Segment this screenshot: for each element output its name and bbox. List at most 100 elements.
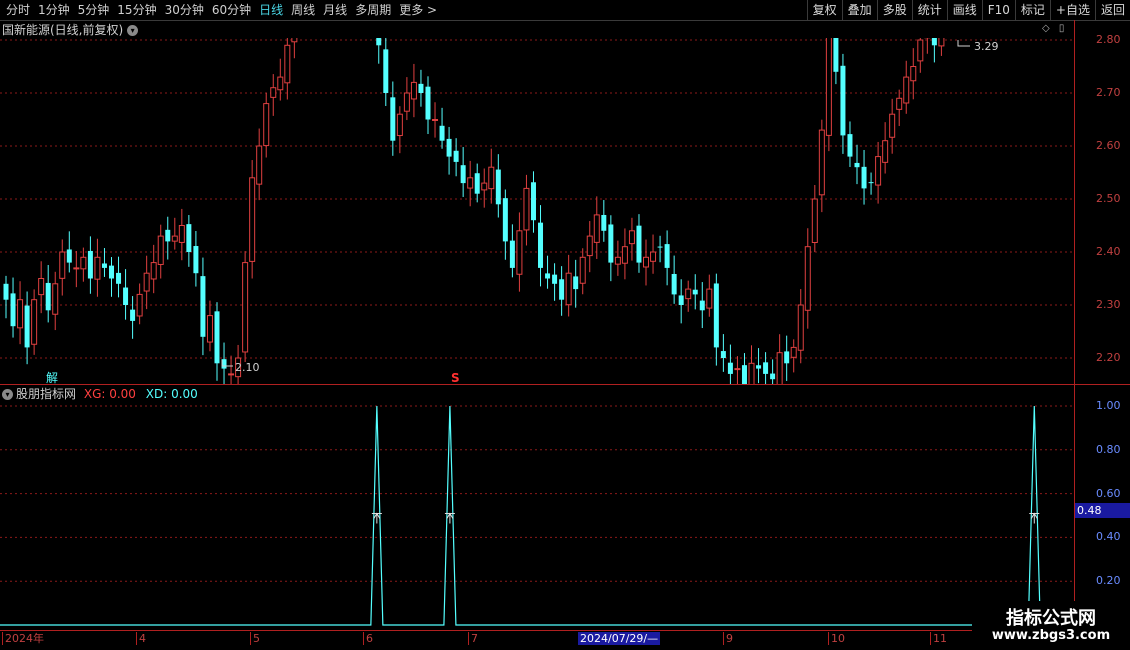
candle-body: [910, 66, 917, 82]
candle-body: [776, 352, 783, 384]
candle-body: [38, 278, 45, 296]
watermark: 指标公式网 www.zbgs3.com: [972, 601, 1130, 650]
candle-body: [523, 187, 530, 231]
date-label: 5: [250, 632, 260, 645]
date-label: 4: [136, 632, 146, 645]
candle-body: [256, 145, 263, 185]
candle-body: [741, 365, 747, 384]
candle-body: [410, 81, 417, 100]
candle-body: [136, 293, 143, 317]
chart-controls: ◇ ▯: [1042, 23, 1064, 34]
marker-s: S: [451, 371, 460, 384]
tab-9[interactable]: 多周期: [351, 0, 395, 20]
watermark-url: www.zbgs3.com: [991, 628, 1111, 643]
candle-body: [10, 293, 16, 327]
price-axis-line: [1074, 20, 1075, 630]
period-tabs: 分时 1分钟 5分钟 15分钟 30分钟 60分钟 日线 周线 月线 多周期 更多 >: [2, 0, 441, 20]
candle-body: [545, 273, 551, 279]
price-tick: 2.80: [1096, 33, 1121, 46]
candle-body: [896, 97, 903, 110]
candle-body: [228, 373, 235, 376]
price-tick: 2.60: [1096, 139, 1121, 152]
panel-toggle-icon[interactable]: ▯: [1059, 23, 1065, 34]
tool-button-1[interactable]: 叠加: [841, 0, 877, 20]
diamond-icon[interactable]: ◇: [1042, 23, 1050, 34]
candle-body: [108, 265, 114, 279]
tab-5[interactable]: 60分钟: [208, 0, 255, 20]
candle-body: [186, 224, 192, 252]
candle-body: [790, 346, 797, 358]
candle-body: [833, 38, 839, 72]
candle-body: [917, 39, 924, 62]
candle-body: [200, 276, 206, 337]
price-tick: 2.50: [1096, 192, 1121, 205]
tab-7[interactable]: 周线: [287, 0, 319, 20]
candle-body: [116, 272, 122, 284]
indicator-tick: 0.80: [1096, 442, 1121, 456]
candle-body: [713, 283, 719, 348]
tool-button-6[interactable]: 标记: [1014, 0, 1050, 20]
tool-button-4[interactable]: 画线: [946, 0, 982, 20]
candle-body: [263, 103, 270, 147]
candle-body: [538, 222, 544, 268]
tab-1[interactable]: 1分钟: [34, 0, 74, 20]
candle-body: [678, 295, 684, 305]
candle-body: [720, 351, 726, 358]
candle-body: [861, 166, 867, 189]
chevron-down-icon[interactable]: ▾: [127, 25, 139, 36]
candle-body: [453, 150, 459, 162]
candle-body: [31, 299, 38, 345]
candle-body: [143, 272, 150, 292]
candle-body: [171, 235, 178, 242]
tab-3[interactable]: 15分钟: [113, 0, 160, 20]
tool-button-2[interactable]: 多股: [876, 0, 912, 20]
candle-body: [770, 373, 776, 380]
tool-button-5[interactable]: F10: [981, 0, 1015, 20]
indicator-chart[interactable]: [0, 386, 1074, 630]
candle-body: [206, 315, 213, 343]
selected-date: 2024/07/29/—: [578, 632, 661, 645]
candle-body: [418, 83, 424, 93]
candle-body: [150, 262, 157, 280]
candle-body: [432, 119, 439, 121]
indicator-tick: 1.00: [1096, 399, 1121, 412]
candle-body: [376, 38, 382, 46]
candle-body: [488, 166, 495, 190]
candle-body: [17, 299, 24, 329]
candle-body: [396, 113, 403, 137]
price-axis: 3.203.103.002.902.802.702.602.502.402.30…: [1076, 0, 1130, 384]
candle-body: [516, 230, 523, 275]
price-tick: 2.30: [1096, 298, 1121, 311]
tab-2[interactable]: 5分钟: [74, 0, 114, 20]
candle-body: [425, 86, 431, 120]
candle-body: [552, 274, 558, 284]
candle-body: [130, 309, 136, 321]
candle-body: [249, 177, 256, 262]
tab-6[interactable]: 日线: [255, 0, 287, 20]
date-label: 9: [723, 632, 733, 645]
candle-body: [460, 165, 466, 184]
candle-body: [621, 246, 628, 264]
candle-body: [699, 300, 705, 311]
candle-body: [573, 276, 579, 290]
date-label: 7: [468, 632, 478, 645]
tab-4[interactable]: 30分钟: [161, 0, 208, 20]
watermark-title: 指标公式网: [1006, 608, 1096, 629]
candle-body: [614, 256, 621, 265]
candle-body: [277, 76, 284, 91]
candle-body: [763, 362, 769, 374]
toolbar: 分时 1分钟 5分钟 15分钟 30分钟 60分钟 日线 周线 月线 多周期 更多 > 复权 叠加 多股…: [0, 0, 1130, 21]
tool-button-0[interactable]: 复权: [806, 0, 842, 20]
tab-10[interactable]: 更多 >: [395, 0, 441, 20]
indicator-tick: 0.40: [1096, 530, 1121, 544]
candlestick-chart[interactable]: 3.29 2.10 解 S: [0, 38, 1074, 384]
candle-body: [474, 173, 480, 194]
candle-body: [495, 169, 501, 205]
tool-button-3[interactable]: 统计: [911, 0, 947, 20]
candle-body: [66, 249, 72, 263]
tab-0[interactable]: 分时: [2, 0, 34, 20]
tab-8[interactable]: 月线: [319, 0, 351, 20]
date-label: 10: [828, 632, 845, 645]
candle-body: [685, 288, 692, 300]
price-tick: 2.70: [1096, 86, 1121, 99]
